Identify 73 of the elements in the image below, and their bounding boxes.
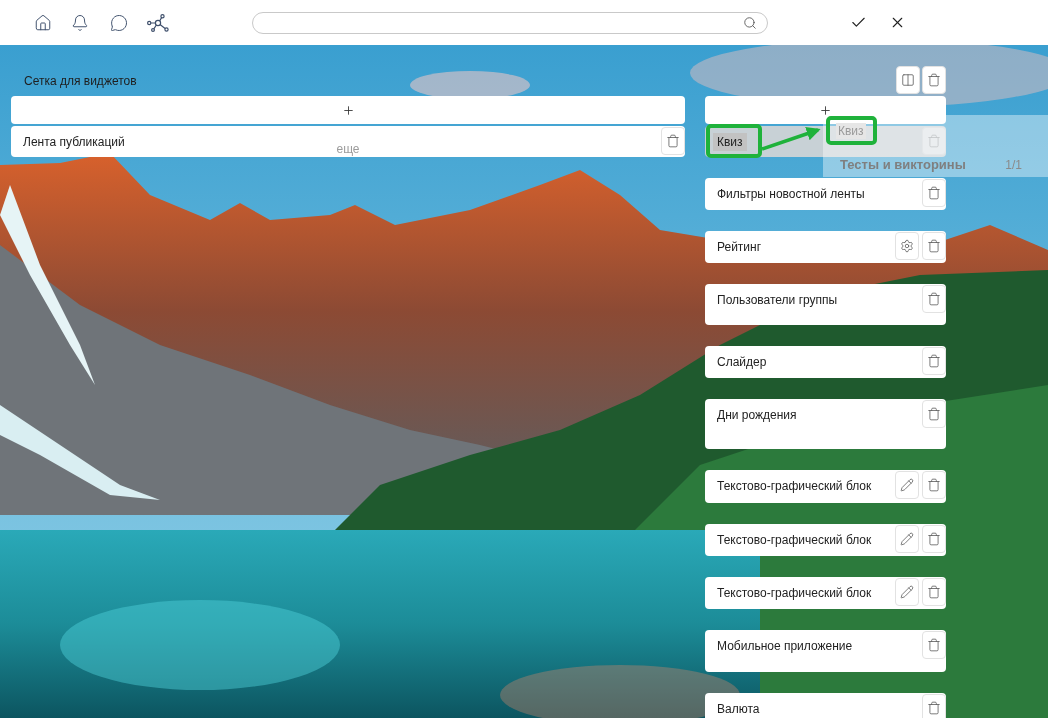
drag-preview-label: Квиз — [836, 123, 866, 139]
edit-button[interactable] — [895, 471, 919, 499]
trash-icon — [927, 354, 941, 368]
grid-title: Сетка для виджетов — [23, 73, 137, 90]
delete-button[interactable] — [922, 631, 946, 659]
chat-icon[interactable] — [110, 13, 128, 32]
delete-button[interactable] — [922, 471, 946, 499]
pencil-icon — [900, 585, 914, 599]
network-icon[interactable] — [147, 13, 169, 32]
widget-card[interactable]: Текстово-графический блок — [705, 577, 946, 609]
delete-button[interactable] — [922, 66, 946, 94]
delete-button[interactable] — [922, 347, 946, 375]
plus-icon — [819, 103, 832, 117]
trash-icon — [927, 532, 941, 546]
trash-icon — [666, 134, 680, 148]
widget-card[interactable]: Лента публикаций еще — [11, 126, 685, 157]
widget-title: Рейтинг — [716, 239, 763, 256]
widget-card[interactable]: Валюта — [705, 693, 946, 718]
widget-title: Текстово-графический блок — [716, 585, 873, 602]
highlight-frame — [706, 124, 762, 158]
widget-card[interactable]: Текстово-графический блок — [705, 524, 946, 556]
widget-title: Фильтры новостной ленты — [716, 186, 866, 203]
delete-button[interactable] — [922, 578, 946, 606]
quiz-counter: 1/1 — [1005, 157, 1022, 173]
widget-title: Слайдер — [716, 354, 768, 371]
widget-title: Квиз — [713, 133, 747, 151]
delete-button[interactable] — [922, 179, 946, 207]
trash-icon — [927, 638, 941, 652]
delete-button[interactable] — [922, 285, 946, 313]
widget-card[interactable]: Фильтры новостной ленты — [705, 178, 946, 210]
highlight-frame — [826, 116, 877, 145]
widget-title: Текстово-графический блок — [716, 532, 873, 549]
delete-button[interactable] — [661, 127, 685, 155]
settings-button[interactable] — [895, 232, 919, 260]
bell-icon[interactable] — [71, 13, 89, 32]
widget-card[interactable]: Мобильное приложение — [705, 630, 946, 672]
plus-icon — [341, 103, 355, 117]
widget-card[interactable]: Рейтинг — [705, 231, 946, 263]
trash-icon — [927, 73, 941, 87]
arrow — [761, 126, 821, 151]
gear-icon — [900, 239, 914, 253]
widget-card[interactable]: Слайдер — [705, 346, 946, 378]
widget-card[interactable]: Текстово-графический блок — [705, 470, 946, 503]
edit-button[interactable] — [895, 525, 919, 553]
widget-card[interactable]: Пользователи группы — [705, 284, 946, 325]
columns-button[interactable] — [896, 66, 920, 94]
edit-button[interactable] — [895, 578, 919, 606]
trash-icon — [927, 478, 941, 492]
quiz-title: Тесты и викторины — [840, 157, 966, 173]
widget-card[interactable]: Дни рождения — [705, 399, 946, 449]
delete-button[interactable] — [922, 525, 946, 553]
trash-icon — [927, 186, 941, 200]
trash-icon — [927, 701, 941, 715]
delete-button[interactable] — [922, 400, 946, 428]
widget-title: Валюта — [716, 701, 761, 718]
widget-title: Лента публикаций — [22, 134, 126, 151]
search-field[interactable] — [252, 11, 768, 34]
search-icon[interactable] — [743, 15, 757, 30]
widget-title: Пользователи группы — [716, 292, 839, 309]
add-widget-button[interactable] — [705, 96, 946, 124]
widget-title: Текстово-графический блок — [716, 478, 873, 495]
trash-icon — [927, 239, 941, 253]
columns-icon — [901, 73, 915, 87]
home-icon[interactable] — [34, 13, 52, 32]
trash-icon — [927, 407, 941, 421]
pencil-icon — [900, 478, 914, 492]
widget-title: Дни рождения — [716, 407, 798, 424]
trash-icon — [927, 292, 941, 306]
pencil-icon — [900, 532, 914, 546]
delete-button[interactable] — [922, 694, 946, 718]
widget-title: Мобильное приложение — [716, 638, 854, 655]
trash-icon — [927, 585, 941, 599]
delete-button[interactable] — [922, 232, 946, 260]
